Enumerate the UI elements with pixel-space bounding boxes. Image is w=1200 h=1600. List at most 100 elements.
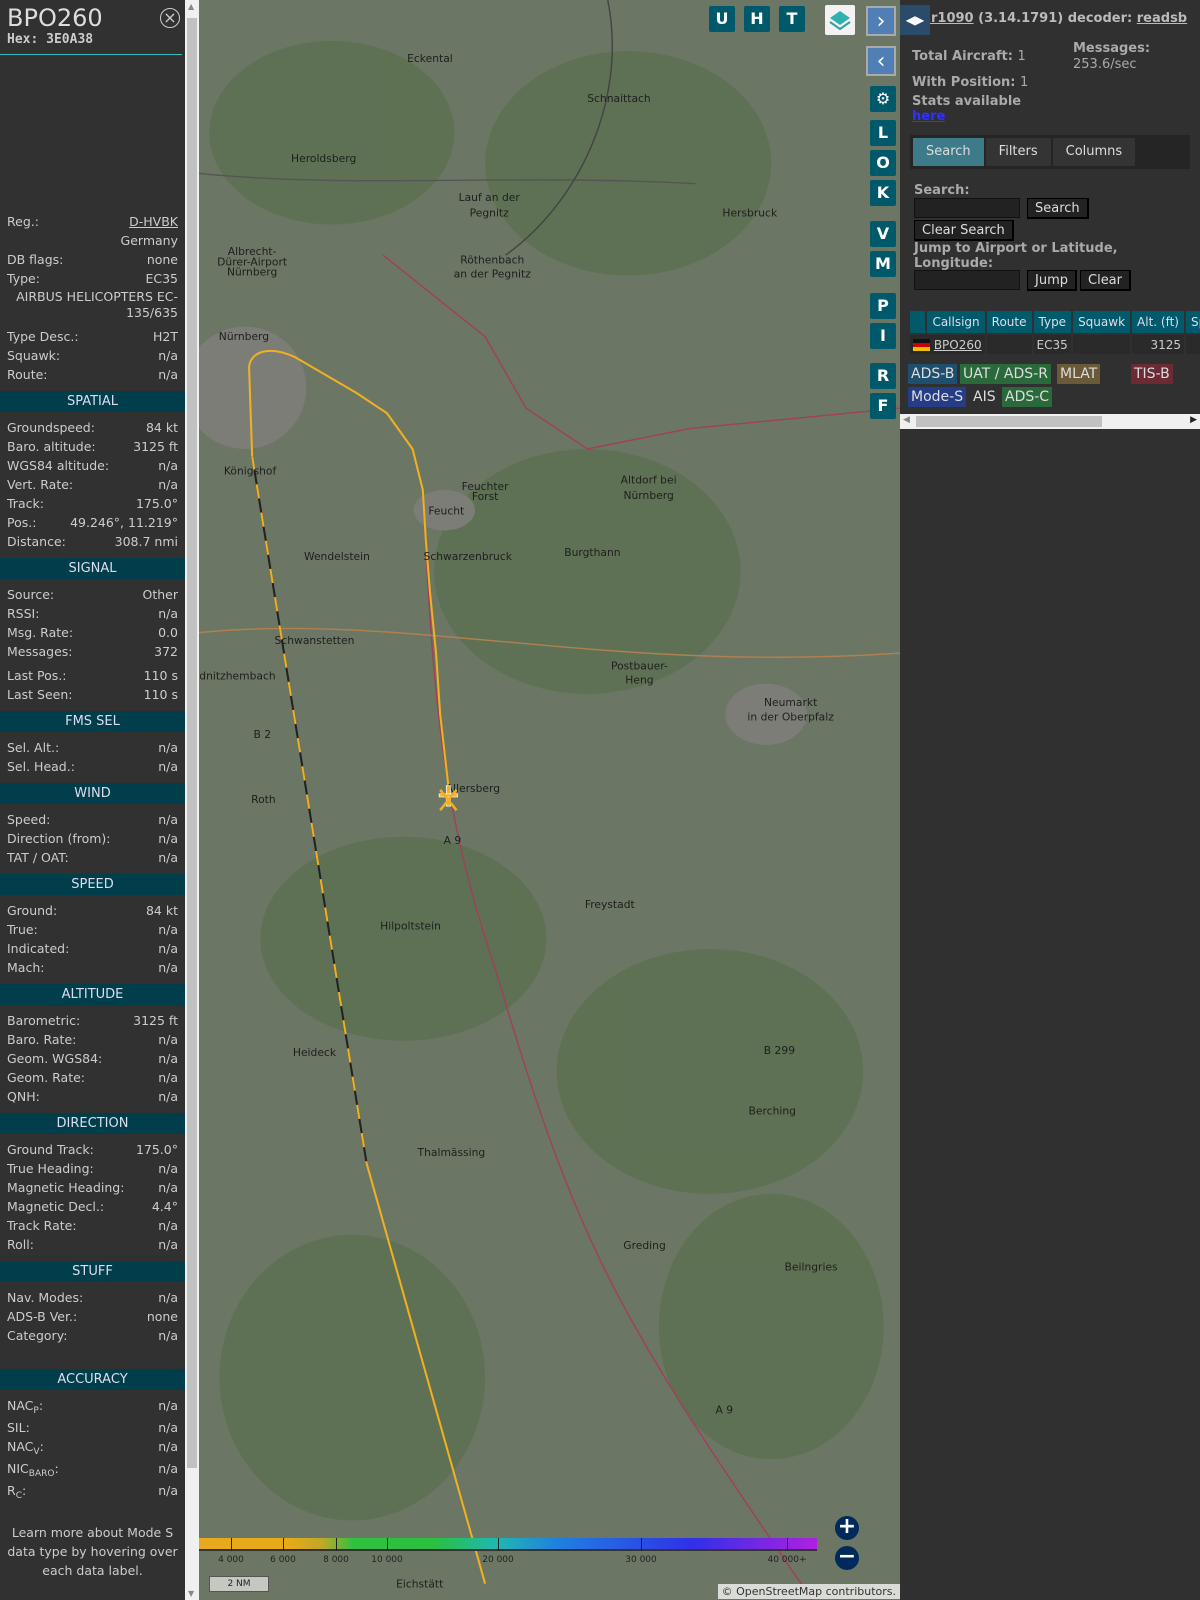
search-button[interactable]: Search — [1027, 198, 1089, 219]
value: 4.4° — [151, 1199, 178, 1214]
label: ADS-B Ver.: — [7, 1309, 78, 1324]
tab-columns[interactable]: Columns — [1052, 138, 1136, 166]
detail-row: Magnetic Heading: n/a — [0, 1178, 185, 1197]
toggle-sidebar-button[interactable]: ◀▶ — [900, 5, 930, 35]
map-button-f[interactable]: F — [870, 393, 896, 419]
table-row[interactable]: BPO260 EC35 3125 — [910, 335, 1200, 354]
hex-label: Hex: — [7, 32, 39, 47]
section-header-altitude: ALTITUDE — [0, 984, 185, 1005]
map-button-o[interactable]: O — [870, 150, 896, 176]
map-place-label: Eichstätt — [396, 1578, 443, 1591]
detail-row: Track Rate: n/a — [0, 1216, 185, 1235]
value: n/a — [158, 1328, 178, 1343]
registration-link[interactable]: D-HVBK — [129, 212, 178, 231]
altitude-tick-label: 4 000 — [218, 1555, 244, 1565]
clear-search-button[interactable]: Clear Search — [914, 220, 1014, 241]
label: Magnetic Heading: — [7, 1180, 125, 1195]
map-button-m[interactable]: M — [870, 251, 896, 277]
table-horizontal-scrollbar[interactable]: ◀ ▶ — [900, 414, 1200, 429]
map-button-l[interactable]: L — [870, 120, 896, 146]
jump-input[interactable] — [914, 270, 1020, 290]
expand-right-button[interactable]: › — [866, 6, 896, 36]
map-view[interactable]: Eckental Schnaittach Heroldsberg Lauf an de… — [199, 0, 900, 1600]
tab-search[interactable]: Search — [913, 138, 984, 166]
clear-button[interactable]: Clear — [1080, 270, 1131, 291]
altitude-tick — [336, 1538, 337, 1551]
map-button-t[interactable]: T — [779, 6, 805, 32]
map-button-v[interactable]: V — [870, 221, 896, 247]
map-attribution[interactable]: © OpenStreetMap contributors. — [717, 1584, 900, 1599]
map-place-label: Heng — [625, 674, 653, 687]
detail-row: Last Pos.: 110 s — [0, 666, 185, 685]
map-button-k[interactable]: K — [870, 180, 896, 206]
callsign-link[interactable]: BPO260 — [934, 338, 982, 352]
detail-row: Baro. altitude: 3125 ft — [0, 437, 185, 456]
value: 175.0° — [135, 1142, 178, 1157]
aircraft-info-panel: BPO260 Hex: 3E0A38 × Reg.: D-HVBK Germany… — [0, 0, 185, 1600]
tab-filters[interactable]: Filters — [985, 138, 1051, 166]
settings-gear-icon[interactable]: ⚙ — [870, 86, 896, 112]
map-place-label: Nürnberg — [623, 489, 673, 502]
column-header[interactable]: Route — [986, 311, 1032, 333]
callsign-cell[interactable]: BPO260 — [910, 335, 985, 354]
collapse-left-button[interactable]: ‹ — [866, 46, 896, 76]
map-place-label: Schwarzenbruck — [424, 550, 513, 563]
column-header[interactable]: Callsign — [927, 311, 985, 333]
type-cell: EC35 — [1033, 335, 1072, 354]
tab-bar: Search Filters Columns — [910, 135, 1190, 169]
detail-row: TAT / OAT: n/a — [0, 848, 185, 867]
detail-row: Messages: 372 — [0, 642, 185, 661]
column-header[interactable]: Type — [1033, 311, 1072, 333]
detail-row: Ground: 84 kt — [0, 901, 185, 920]
value: n/a — [158, 812, 178, 827]
detail-row: Geom. Rate: n/a — [0, 1068, 185, 1087]
map-place-label: Lauf an der — [459, 191, 521, 204]
close-icon[interactable]: × — [160, 8, 180, 28]
label: QNH: — [7, 1089, 40, 1104]
map-button-p[interactable]: P — [870, 293, 896, 319]
label: Distance: — [7, 534, 66, 549]
detail-row: Geom. WGS84: n/a — [0, 1049, 185, 1068]
value: n/a — [158, 1398, 178, 1413]
label: True: — [7, 922, 38, 937]
search-input[interactable] — [914, 198, 1020, 218]
map-button-i[interactable]: I — [870, 323, 896, 349]
value: n/a — [158, 1439, 178, 1454]
decoder-link[interactable]: readsb — [1137, 11, 1187, 26]
label: Last Pos.: — [7, 668, 67, 683]
route-row: Route: n/a — [0, 365, 185, 384]
detail-row: Msg. Rate: 0.0 — [0, 623, 185, 642]
label: Ground: — [7, 903, 58, 918]
detail-row: Mach: n/a — [0, 958, 185, 977]
altitude-tick-label: 30 000 — [625, 1555, 657, 1565]
detail-row: Nav. Modes: n/a — [0, 1288, 185, 1307]
label: Reg.: — [7, 214, 39, 229]
column-header[interactable]: Squawk — [1073, 311, 1131, 333]
value: n/a — [158, 759, 178, 774]
map-canvas: Eckental Schnaittach Heroldsberg Lauf an de… — [199, 0, 900, 1600]
zoom-out-button[interactable]: − — [835, 1546, 859, 1570]
detail-row: WGS84 altitude: n/a — [0, 456, 185, 475]
map-place-label: Thalmässing — [417, 1146, 486, 1159]
map-place-label: B 2 — [254, 728, 272, 741]
layers-button[interactable] — [825, 5, 855, 35]
squawk-row: Squawk: n/a — [0, 346, 185, 365]
map-button-h[interactable]: H — [744, 6, 770, 32]
sidebar-scrollbar[interactable]: ▲ ▼ — [185, 0, 199, 1600]
legend-badge-mlat: MLAT — [1057, 364, 1101, 384]
column-header[interactable]: Spd. — [1186, 311, 1200, 333]
zoom-in-button[interactable]: + — [835, 1516, 859, 1540]
detail-row: Last Seen: 110 s — [0, 685, 185, 704]
map-button-r[interactable]: R — [870, 363, 896, 389]
value: 372 — [154, 644, 178, 659]
map-place-label: Altdorf bei — [621, 474, 677, 487]
column-header[interactable] — [910, 311, 926, 333]
column-header[interactable]: Alt. (ft) — [1132, 311, 1184, 333]
altitude-cell: 3125 — [1132, 335, 1184, 354]
stats-link[interactable]: here — [912, 109, 945, 124]
jump-button[interactable]: Jump — [1027, 270, 1077, 291]
label: Route: — [7, 367, 48, 382]
map-button-u[interactable]: U — [709, 6, 735, 32]
label: Source: — [7, 587, 55, 602]
value: n/a — [158, 1461, 178, 1476]
